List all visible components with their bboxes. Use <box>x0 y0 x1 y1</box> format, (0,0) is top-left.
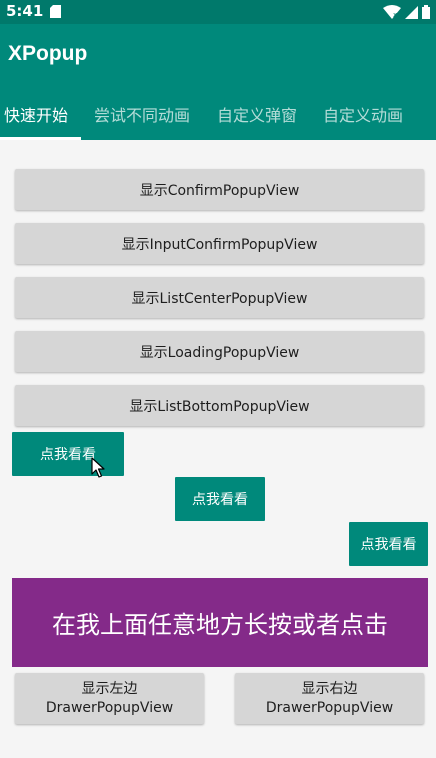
status-icons: x <box>383 5 430 19</box>
right-drawer-line1: 显示右边 <box>301 680 358 697</box>
right-drawer-line2: DrawerPopupView <box>265 699 394 716</box>
app-bar: XPopup <box>0 24 436 88</box>
show-list-center-popup-button[interactable]: 显示ListCenterPopupView <box>15 277 424 318</box>
attach-button-left[interactable]: 点我看看 <box>12 432 124 476</box>
sd-card-icon <box>50 5 61 18</box>
wifi-icon: x <box>383 5 401 19</box>
show-input-confirm-popup-button[interactable]: 显示InputConfirmPopupView <box>15 223 424 264</box>
show-confirm-popup-button[interactable]: 显示ConfirmPopupView <box>15 169 424 210</box>
status-time: 5:41 <box>6 2 44 20</box>
show-list-bottom-popup-button[interactable]: 显示ListBottomPopupView <box>15 385 424 426</box>
attach-button-right[interactable]: 点我看看 <box>349 522 428 566</box>
attach-button-center[interactable]: 点我看看 <box>175 477 265 521</box>
tab-bar: 快速开始 尝试不同动画 自定义弹窗 自定义动画 <box>0 88 436 140</box>
status-bar: 5:41 x <box>0 0 436 24</box>
svg-text:x: x <box>393 11 397 19</box>
mouse-pointer-icon <box>91 457 105 478</box>
long-press-area[interactable]: 在我上面任意地方长按或者点击 <box>12 578 428 667</box>
left-drawer-line2: DrawerPopupView <box>45 699 174 716</box>
left-drawer-line1: 显示左边 <box>81 680 138 697</box>
tab-quick-start[interactable]: 快速开始 <box>4 102 68 126</box>
tab-indicator <box>0 137 81 140</box>
tab-try-animations[interactable]: 尝试不同动画 <box>94 102 190 126</box>
app-title: XPopup <box>8 42 88 65</box>
battery-icon <box>422 5 430 19</box>
show-left-drawer-button[interactable]: 显示左边 DrawerPopupView <box>15 673 204 724</box>
signal-icon <box>405 5 418 19</box>
show-loading-popup-button[interactable]: 显示LoadingPopupView <box>15 331 424 372</box>
show-right-drawer-button[interactable]: 显示右边 DrawerPopupView <box>235 673 424 724</box>
tab-custom-popup[interactable]: 自定义弹窗 <box>217 102 297 126</box>
tab-custom-animation[interactable]: 自定义动画 <box>323 102 403 126</box>
